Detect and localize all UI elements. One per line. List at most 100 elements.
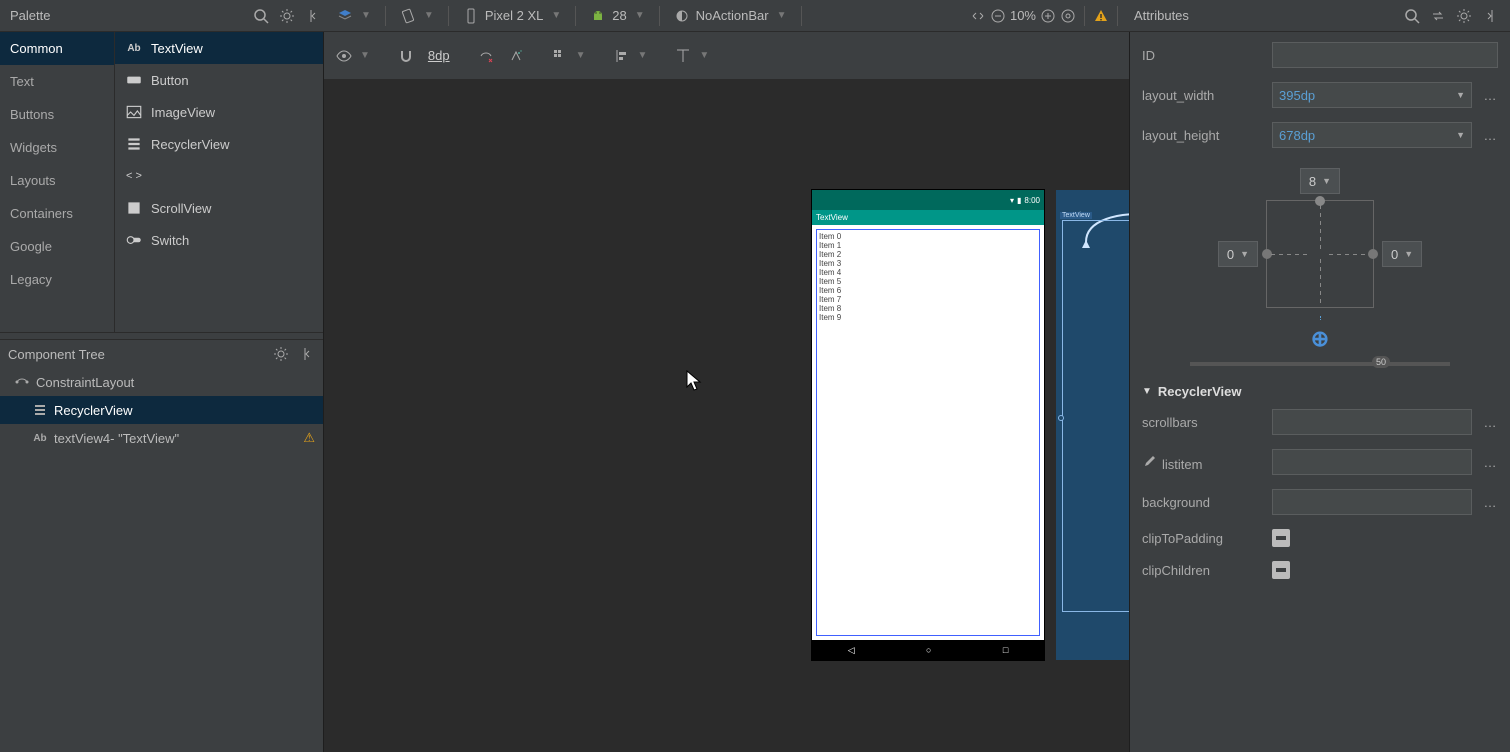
palette-item-icon	[125, 231, 143, 249]
gear-icon[interactable]	[1456, 8, 1472, 24]
magnet-icon[interactable]	[398, 48, 414, 64]
infer-constraints-icon[interactable]	[508, 48, 524, 64]
recyclerview-preview[interactable]: Item 0Item 1Item 2Item 3Item 4Item 5Item…	[816, 229, 1040, 636]
search-icon[interactable]	[253, 8, 269, 24]
blueprint-preview[interactable]: TextView 8 8	[1056, 190, 1129, 660]
palette-category[interactable]: Widgets	[0, 131, 114, 164]
palette-item[interactable]: < >	[115, 160, 323, 192]
clear-constraints-icon[interactable]	[478, 48, 494, 64]
more-icon[interactable]: …	[1482, 495, 1498, 510]
theme-dropdown[interactable]: NoActionBar ▼	[668, 0, 793, 31]
theme-icon	[674, 8, 690, 24]
attr-row: clipChildren	[1142, 561, 1498, 579]
attr-id-input[interactable]	[1272, 42, 1498, 68]
palette-item[interactable]: ScrollView	[115, 192, 323, 224]
tristate-toggle[interactable]	[1272, 561, 1290, 579]
attr-layout-width-input[interactable]: 395dp▼	[1272, 82, 1472, 108]
more-icon[interactable]: …	[1482, 415, 1498, 430]
constraint-widget[interactable]: 8▼ 0▼ 0▼ ⊕	[1142, 168, 1498, 352]
constraint-left-input[interactable]: 0▼	[1218, 241, 1258, 267]
search-icon[interactable]	[1404, 8, 1420, 24]
home-icon: ○	[926, 645, 931, 655]
section-header[interactable]: ▼RecyclerView	[1142, 384, 1498, 399]
tristate-toggle[interactable]	[1272, 529, 1290, 547]
gear-icon[interactable]	[279, 8, 295, 24]
zoom-out-icon[interactable]	[990, 8, 1006, 24]
palette-category[interactable]: Text	[0, 65, 114, 98]
tree-node[interactable]: AbtextView4- "TextView"⚠	[0, 424, 323, 452]
swap-icon[interactable]	[1430, 8, 1446, 24]
attr-label: background	[1142, 495, 1262, 510]
more-icon[interactable]: …	[1482, 128, 1498, 143]
palette-categories: CommonTextButtonsWidgetsLayoutsContainer…	[0, 32, 115, 332]
guidelines-dropdown[interactable]: ▼	[675, 48, 709, 64]
palette-item[interactable]: ImageView	[115, 96, 323, 128]
palette-item[interactable]: AbTextView	[115, 32, 323, 64]
eye-icon	[336, 48, 352, 64]
constraint-right-input[interactable]: 0▼	[1382, 241, 1422, 267]
add-constraint-icon[interactable]: ⊕	[1311, 326, 1329, 352]
tree-node-icon	[32, 402, 48, 418]
attr-input[interactable]	[1272, 489, 1472, 515]
bias-slider[interactable]: 50	[1190, 362, 1450, 366]
collapse-icon[interactable]	[305, 8, 321, 24]
warning-icon[interactable]	[1093, 8, 1109, 24]
palette-items: AbTextViewButtonImageViewRecyclerView< >…	[115, 32, 323, 332]
default-margin[interactable]: 8dp	[428, 48, 450, 63]
palette-title: Palette	[10, 8, 50, 23]
attributes-panel: ID layout_width 395dp▼ … layout_height 6…	[1130, 32, 1510, 752]
collapse-icon[interactable]	[299, 346, 315, 362]
align-dropdown[interactable]: ▼	[614, 48, 648, 64]
overflow-icon[interactable]	[970, 8, 986, 24]
attr-layout-height-label: layout_height	[1142, 128, 1262, 143]
appbar: TextView	[812, 210, 1044, 225]
api-dropdown[interactable]: 28 ▼	[584, 0, 650, 31]
device-preview[interactable]: ▾▮8:00 TextView Item 0Item 1Item 2Item 3…	[812, 190, 1044, 660]
device-dropdown[interactable]: Pixel 2 XL ▼	[457, 0, 567, 31]
attr-input[interactable]	[1272, 409, 1472, 435]
gear-icon[interactable]	[273, 346, 289, 362]
palette-category[interactable]: Google	[0, 230, 114, 263]
attr-label: listitem	[1142, 453, 1262, 472]
main-toolbar: Palette ▼ ▼ Pixel 2 XL ▼ 28 ▼ NoActionBa…	[0, 0, 1510, 32]
status-bar: ▾▮8:00	[812, 190, 1044, 210]
palette-item[interactable]: Switch	[115, 224, 323, 256]
palette-item-icon	[125, 103, 143, 121]
collapse-icon[interactable]	[1482, 8, 1498, 24]
blueprint-selection[interactable]	[1062, 220, 1129, 612]
view-options-dropdown[interactable]: ▼	[336, 48, 370, 64]
canvas-area[interactable]: ▾▮8:00 TextView Item 0Item 1Item 2Item 3…	[324, 80, 1129, 752]
palette-category[interactable]: Legacy	[0, 263, 114, 296]
palette-item[interactable]: Button	[115, 64, 323, 96]
tree-node[interactable]: RecyclerView	[0, 396, 323, 424]
pack-icon	[552, 48, 568, 64]
more-icon[interactable]: …	[1482, 88, 1498, 103]
palette-item[interactable]: RecyclerView	[115, 128, 323, 160]
zoom-fit-icon[interactable]	[1060, 8, 1076, 24]
attr-layout-height-input[interactable]: 678dp▼	[1272, 122, 1472, 148]
rotate-icon	[400, 8, 416, 24]
back-icon: ◁	[848, 645, 855, 656]
tree-node-icon	[14, 374, 30, 390]
constraint-top-input[interactable]: 8▼	[1300, 168, 1340, 194]
palette-category[interactable]: Buttons	[0, 98, 114, 131]
attr-id-label: ID	[1142, 48, 1262, 63]
phone-icon	[463, 8, 479, 24]
palette-item-icon	[125, 135, 143, 153]
panel-resizer[interactable]: .....	[0, 332, 323, 340]
palette-category[interactable]: Containers	[0, 197, 114, 230]
recents-icon: □	[1003, 645, 1008, 655]
pack-dropdown[interactable]: ▼	[552, 48, 586, 64]
more-icon[interactable]: …	[1482, 455, 1498, 470]
orientation-dropdown[interactable]: ▼	[394, 0, 440, 31]
palette-category[interactable]: Common	[0, 32, 114, 65]
palette-item-icon: Ab	[125, 39, 143, 57]
device-navbar: ◁ ○ □	[812, 640, 1044, 660]
palette-category[interactable]: Layouts	[0, 164, 114, 197]
attr-label: clipChildren	[1142, 563, 1262, 578]
tree-node[interactable]: ConstraintLayout	[0, 368, 323, 396]
attr-input[interactable]	[1272, 449, 1472, 475]
zoom-in-icon[interactable]	[1040, 8, 1056, 24]
blueprint-label: TextView	[1060, 212, 1092, 219]
design-surface-dropdown[interactable]: ▼	[331, 0, 377, 31]
